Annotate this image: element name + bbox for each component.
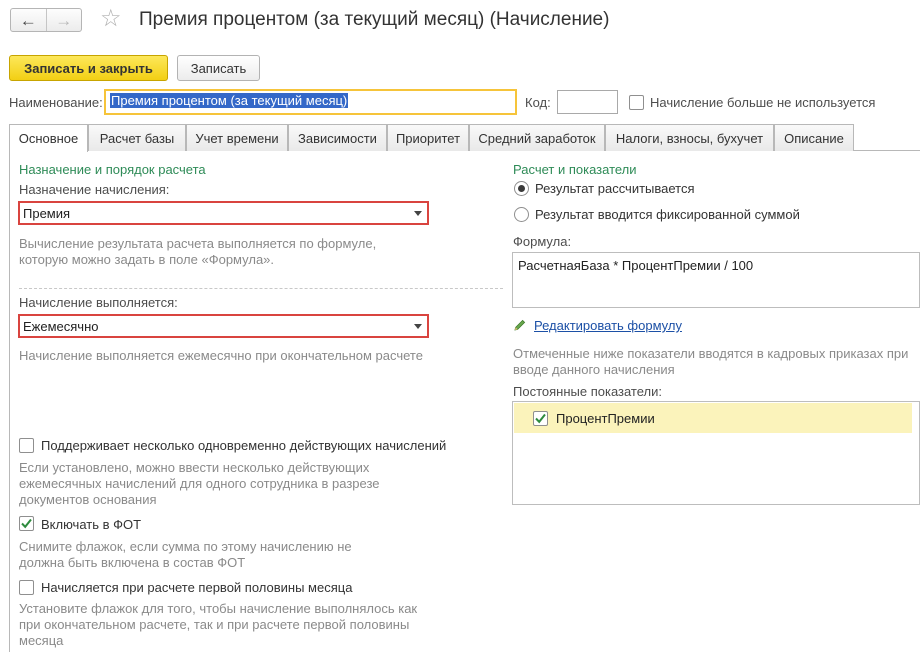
not-used-label: Начисление больше не используется: [650, 95, 876, 110]
tab-label: Учет времени: [195, 130, 279, 146]
half-month-checkbox[interactable]: [19, 580, 34, 595]
tab-label: Описание: [784, 130, 844, 146]
tab-label: Налоги, взносы, бухучет: [615, 130, 764, 146]
name-value: Премия процентом (за текущий месяц): [110, 93, 349, 108]
panel-border: [9, 151, 10, 652]
purpose-value: Премия: [23, 205, 71, 221]
purpose-hint: Вычисление результата расчета выполняетс…: [19, 236, 499, 268]
indicator-label: ПроцентПремии: [556, 410, 655, 426]
hint-line: Отмеченные ниже показатели вводятся в ка…: [513, 346, 909, 361]
code-label: Код:: [525, 95, 551, 110]
name-input[interactable]: Премия процентом (за текущий месяц): [104, 89, 517, 115]
radio-calculated[interactable]: [514, 181, 529, 196]
tab-priority[interactable]: Приоритет: [387, 124, 469, 151]
tab-description[interactable]: Описание: [774, 124, 854, 151]
hint-line: Снимите флажок, если сумма по этому начи…: [19, 539, 352, 554]
period-hint: Начисление выполняется ежемесячно при ок…: [19, 348, 423, 363]
radio-fixed[interactable]: [514, 207, 529, 222]
radio-calculated-label: Результат рассчитывается: [535, 181, 695, 196]
checkmark-icon: [21, 518, 32, 529]
code-input[interactable]: [557, 90, 618, 114]
period-select[interactable]: Ежемесячно: [18, 314, 429, 338]
radio-fixed-label: Результат вводится фиксированной суммой: [535, 207, 800, 222]
tab-label: Приоритет: [395, 130, 461, 146]
tab-label: Средний заработок: [478, 130, 596, 146]
history-nav: ← →: [10, 8, 82, 32]
pencil-icon[interactable]: [513, 318, 527, 335]
period-value: Ежемесячно: [23, 318, 99, 334]
constant-indicators-list: ПроцентПремии: [512, 401, 920, 505]
hint-line: документов основания: [19, 492, 157, 507]
tab-average-earnings[interactable]: Средний заработок: [469, 124, 605, 151]
tab-label: Зависимости: [298, 130, 377, 146]
name-label: Наименование:: [9, 95, 103, 110]
indicators-hint: Отмеченные ниже показатели вводятся в ка…: [513, 346, 918, 378]
hint-line: ежемесячных начислений для одного сотруд…: [19, 476, 380, 491]
hint-line: Если установлено, можно ввести несколько…: [19, 460, 370, 475]
indicator-checkbox[interactable]: [533, 410, 548, 426]
purpose-select[interactable]: Премия: [18, 201, 429, 225]
tab-bar: Основное Расчет базы Учет времени Зависи…: [9, 124, 920, 152]
multi-label: Поддерживает несколько одновременно дейс…: [41, 438, 447, 453]
save-and-close-button[interactable]: Записать и закрыть: [9, 55, 168, 81]
forward-button[interactable]: →: [45, 9, 82, 31]
fot-checkbox[interactable]: [19, 516, 34, 531]
fot-label: Включать в ФОТ: [41, 517, 142, 532]
star-icon[interactable]: ☆: [100, 7, 122, 31]
half-month-hint: Установите флажок для того, чтобы начисл…: [19, 601, 499, 649]
radio-dot: [518, 185, 525, 192]
back-button[interactable]: ←: [11, 9, 46, 31]
purpose-section-title: Назначение и порядок расчета: [19, 162, 206, 177]
save-button[interactable]: Записать: [177, 55, 260, 81]
not-used-checkbox[interactable]: [629, 95, 644, 110]
tab-taxes[interactable]: Налоги, взносы, бухучет: [605, 124, 774, 151]
tab-main[interactable]: Основное: [9, 124, 88, 152]
formula-field[interactable]: РасчетнаяБаза * ПроцентПремии / 100: [512, 252, 920, 308]
formula-value: РасчетнаяБаза * ПроцентПремии / 100: [518, 258, 754, 273]
hint-line: Вычисление результата расчета выполняетс…: [19, 236, 377, 251]
tab-dependencies[interactable]: Зависимости: [288, 124, 387, 151]
window-title: Премия процентом (за текущий месяц) (Нач…: [139, 9, 610, 30]
list-item[interactable]: ПроцентПремии: [514, 403, 912, 433]
tab-base-calc[interactable]: Расчет базы: [88, 124, 186, 151]
chevron-down-icon[interactable]: [414, 210, 422, 216]
edit-formula-link[interactable]: Редактировать формулу: [534, 318, 682, 333]
hint-line: вводе данного начисления: [513, 362, 675, 377]
hint-line: месяца: [19, 633, 64, 648]
period-label: Начисление выполняется:: [19, 295, 178, 310]
formula-label: Формула:: [513, 234, 572, 249]
multi-checkbox[interactable]: [19, 438, 34, 453]
arrow-right-icon: →: [55, 10, 73, 30]
tab-label: Расчет базы: [99, 130, 175, 146]
hint-line: Установите флажок для того, чтобы начисл…: [19, 601, 418, 616]
tab-label: Основное: [18, 131, 79, 146]
checkmark-icon: [535, 413, 546, 423]
hint-line: при окончательном расчете, так и при рас…: [19, 617, 410, 632]
multi-hint: Если установлено, можно ввести несколько…: [19, 460, 499, 508]
arrow-left-icon: ←: [19, 10, 37, 30]
chevron-down-icon[interactable]: [414, 323, 422, 329]
fot-hint: Снимите флажок, если сумма по этому начи…: [19, 539, 499, 571]
constant-indicators-label: Постоянные показатели:: [513, 384, 662, 399]
calc-section-title: Расчет и показатели: [513, 162, 637, 177]
hint-line: должна быть включена в состав ФОТ: [19, 555, 246, 570]
hint-line: которую можно задать в поле «Формула».: [19, 252, 275, 267]
half-month-label: Начисляется при расчете первой половины …: [41, 580, 353, 595]
purpose-label: Назначение начисления:: [19, 182, 170, 197]
tab-time-accounting[interactable]: Учет времени: [186, 124, 288, 151]
divider: [19, 288, 503, 289]
